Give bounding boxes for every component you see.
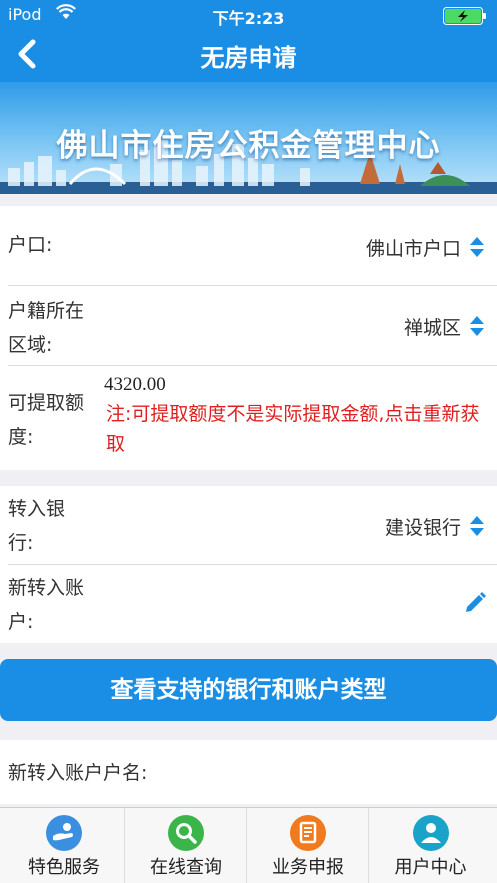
tab-user-center[interactable]: 用户中心 xyxy=(370,808,491,883)
dropdown-updown-icon[interactable] xyxy=(469,234,485,260)
dropdown-updown-icon[interactable] xyxy=(469,313,485,339)
nav-bar: 无房申请 xyxy=(0,30,497,82)
bottom-tab-bar: 特色服务 在线查询 业务申报 用户中心 xyxy=(0,807,497,883)
tab-label: 用户中心 xyxy=(394,857,467,878)
tab-special-services[interactable]: 特色服务 xyxy=(4,808,125,883)
form-section-bank: 转入银 行: 建设银行 新转入账 户: xyxy=(0,486,497,643)
amount-row: 可提取额 度: 4320.00 注:可提取额度不是实际提取金额,点击重新获取 xyxy=(8,366,497,470)
bank-label-line2: 行: xyxy=(8,532,34,554)
status-time: 下午2:23 xyxy=(212,9,285,28)
document-icon xyxy=(290,815,326,851)
account-name-label: 新转入账户户名: xyxy=(8,762,148,784)
tab-label: 特色服务 xyxy=(28,857,100,878)
region-row[interactable]: 户籍所在 区域: 禅城区 xyxy=(8,286,497,366)
tab-business-declaration[interactable]: 业务申报 xyxy=(248,808,369,883)
region-select[interactable]: 禅城区 xyxy=(404,313,461,340)
bank-row[interactable]: 转入银 行: 建设银行 xyxy=(8,486,497,565)
bank-label: 转入银 行: xyxy=(8,492,65,560)
amount-label-line1: 可提取额 xyxy=(8,392,85,414)
amount-value: 4320.00 xyxy=(104,374,166,395)
amount-label-line2: 度: xyxy=(8,426,34,448)
page-title: 无房申请 xyxy=(200,44,297,72)
account-label-line1: 新转入账 xyxy=(8,577,85,599)
region-label: 户籍所在 区域: xyxy=(8,294,84,362)
user-icon xyxy=(412,815,449,851)
bank-select[interactable]: 建设银行 xyxy=(385,513,461,540)
status-bar: iPod 下午2:23 xyxy=(0,0,497,30)
hand-icon xyxy=(46,815,82,851)
search-icon xyxy=(168,815,204,851)
edit-pencil-icon[interactable] xyxy=(463,591,487,615)
form-section-basic: 户口: 佛山市户口 户籍所在 区域: 禅城区 可提取额 度: 4320.00 注… xyxy=(0,206,497,470)
tab-label: 在线查询 xyxy=(150,857,222,878)
account-name-row[interactable]: 新转入账户户名: xyxy=(8,740,497,804)
region-label-line1: 户籍所在 xyxy=(8,300,85,322)
hukou-label: 户口: xyxy=(8,234,53,256)
view-supported-banks-button[interactable]: 查看支持的银行和账户类型 xyxy=(0,659,497,721)
hukou-row[interactable]: 户口: 佛山市户口 xyxy=(8,206,497,286)
account-label: 新转入账 户: xyxy=(8,571,84,639)
hukou-select[interactable]: 佛山市户口 xyxy=(366,234,461,261)
dropdown-updown-icon[interactable] xyxy=(469,513,485,539)
account-label-line2: 户: xyxy=(8,611,34,633)
battery-icon xyxy=(443,7,486,25)
tab-online-query[interactable]: 在线查询 xyxy=(126,808,247,883)
tab-label: 业务申报 xyxy=(272,857,344,878)
refresh-amount-link[interactable]: 注:可提取额度不是实际提取金额,点击重新获取 xyxy=(106,399,486,459)
bank-label-line1: 转入银 xyxy=(8,498,66,520)
account-row[interactable]: 新转入账 户: xyxy=(8,565,497,643)
form-section-account-name: 新转入账户户名: xyxy=(0,740,497,804)
header: iPod 下午2:23 无房申请 xyxy=(0,0,497,82)
banner-image: 佛山市住房公积金管理中心 xyxy=(0,82,497,194)
region-label-line2: 区域: xyxy=(8,334,53,356)
amount-label: 可提取额 度: xyxy=(8,386,84,454)
banner-title: 佛山市住房公积金管理中心 xyxy=(56,128,441,164)
